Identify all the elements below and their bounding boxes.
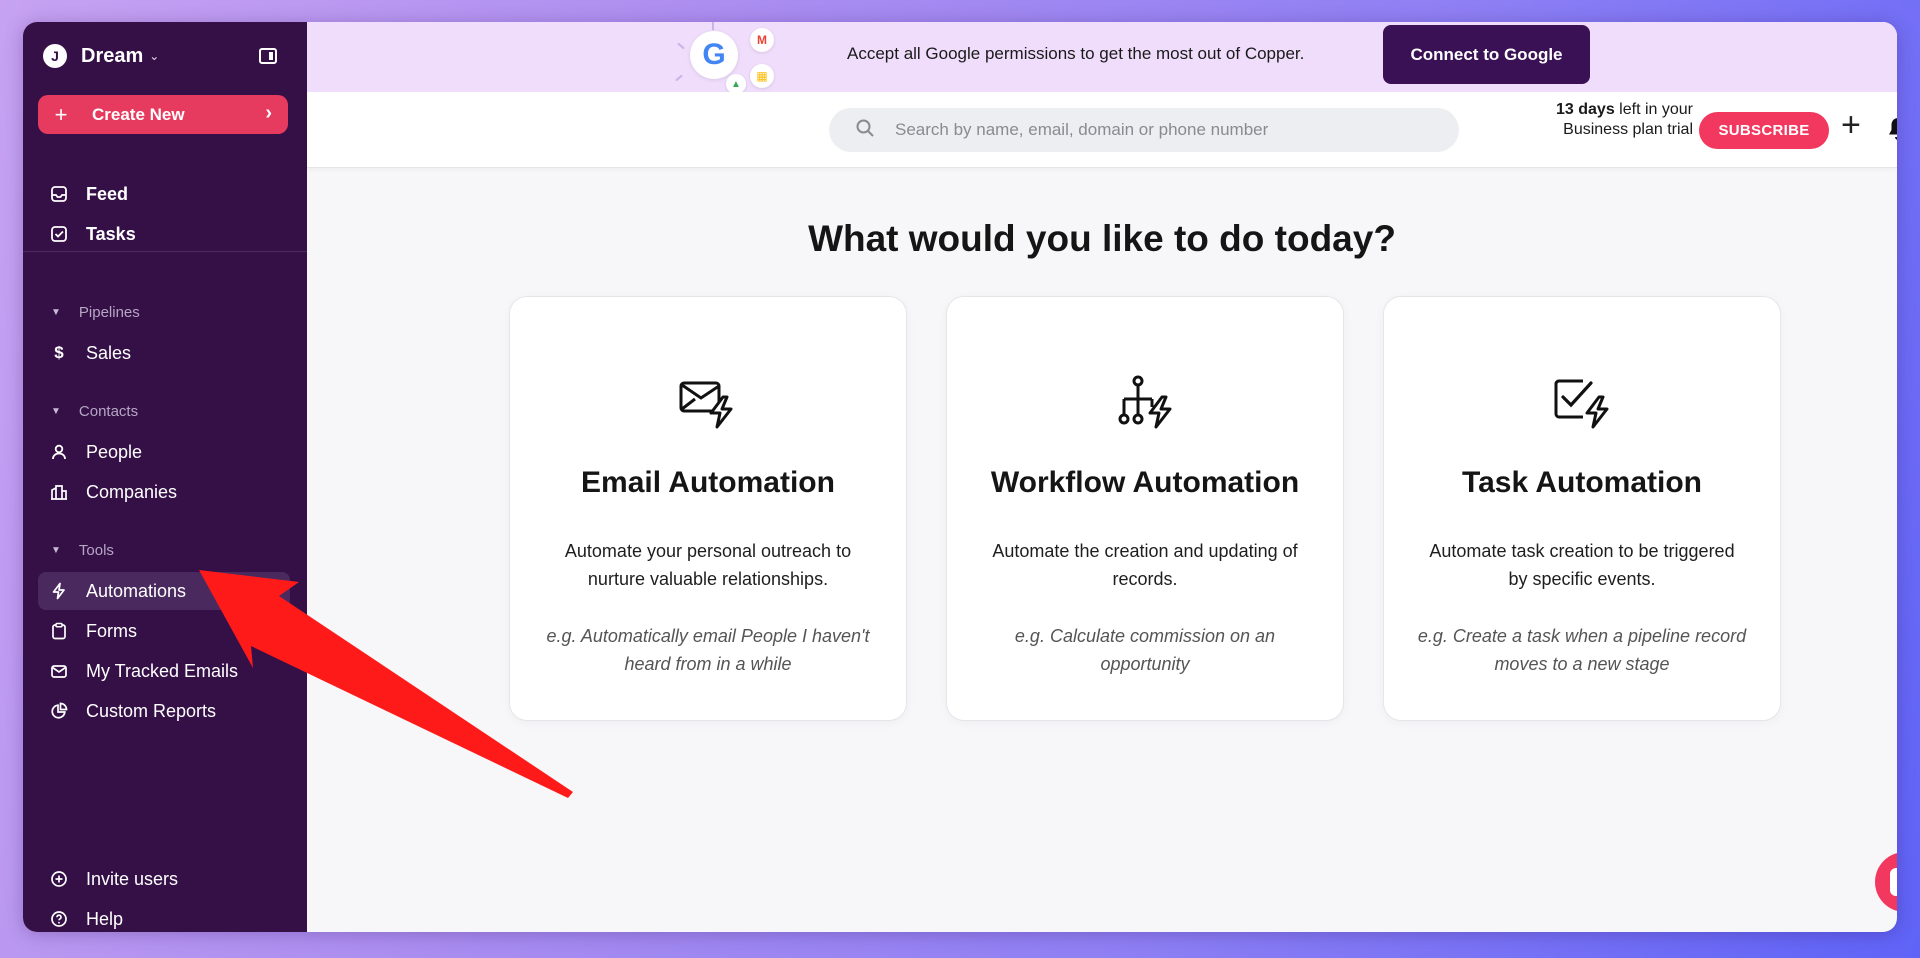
sidebar-item-label: Custom Reports [86,700,217,721]
card-title: Task Automation [1461,466,1702,499]
email-automation-card[interactable]: Email Automation Automate your personal … [509,296,907,721]
search-icon [855,118,875,143]
sidebar-item-sales[interactable]: $ Sales [38,334,290,372]
banner-message: Accept all Google permissions to get the… [847,44,1305,63]
plus-icon: + [54,101,68,127]
app-window: J Dream ⌄ + Create New › Feed Tasks ▼ Pi… [23,22,1897,932]
question-icon: ? [1890,868,1897,896]
gmail-icon: M [750,28,774,52]
section-contacts[interactable]: ▼ Contacts [51,403,138,420]
workflow-automation-card[interactable]: Workflow Automation Automate the creatio… [946,296,1344,721]
card-title: Email Automation [581,466,835,499]
sidebar-item-help[interactable]: Help [38,900,290,932]
create-new-label: Create New [92,104,185,124]
sparkle-decoration [712,22,714,30]
question-circle-icon [48,908,70,930]
sidebar-item-tasks[interactable]: Tasks [38,215,290,253]
add-icon[interactable]: + [1841,106,1861,145]
trial-status: 13 days left in your Business plan trial [1553,100,1693,140]
sidebar-item-label: Feed [86,183,129,204]
card-description: Automate the creation and updating of re… [992,541,1298,589]
search-input[interactable] [895,120,1435,140]
sidebar-item-forms[interactable]: Forms [38,612,290,650]
dollar-icon: $ [54,343,64,362]
card-description: Automate your personal outreach to nurtu… [564,541,852,589]
help-chat-button[interactable]: ? [1875,852,1897,912]
plus-circle-icon [48,868,70,890]
workspace-name: Dream [81,44,144,67]
sidebar-item-feed[interactable]: Feed [38,175,290,213]
card-example: e.g. Calculate commission on an opportun… [1014,626,1276,674]
sparkle-decoration [675,74,683,82]
lightning-icon [48,580,70,602]
section-label: Pipelines [78,304,140,321]
sidebar-item-label: Help [86,908,124,929]
email-lightning-icon [679,375,739,431]
sidebar-item-label: Automations [86,580,187,601]
sidebar-item-automations[interactable]: Automations [38,572,290,610]
workspace-avatar: J [43,44,67,68]
sidebar: J Dream ⌄ + Create New › Feed Tasks ▼ Pi… [23,22,307,932]
drive-icon: ▲ [726,74,746,94]
sidebar-item-tracked-emails[interactable]: My Tracked Emails [38,652,290,690]
sidebar-item-label: Forms [86,620,137,641]
collapse-sidebar-icon[interactable] [259,48,277,64]
search-bar[interactable] [829,108,1459,152]
top-bar: 13 days left in your Business plan trial… [307,92,1897,168]
page-title: What would you like to do today? [808,218,1396,259]
chevron-down-icon: ⌄ [149,49,160,63]
caret-down-icon: ▼ [51,406,61,417]
sidebar-item-label: Tasks [86,223,136,244]
google-logos: G M ▦ ▲ [672,22,792,94]
card-title: Workflow Automation [990,466,1300,499]
create-new-button[interactable]: + Create New › [38,95,288,134]
calendar-icon: ▦ [750,64,774,88]
main-content: G M ▦ ▲ Accept all Google permissions to… [307,22,1897,932]
section-pipelines[interactable]: ▼ Pipelines [51,304,140,321]
sidebar-item-companies[interactable]: Companies [38,473,290,511]
clipboard-icon [48,620,70,642]
sidebar-item-invite-users[interactable]: Invite users [38,860,290,898]
sidebar-item-label: People [86,441,143,462]
workspace-switcher[interactable]: J Dream ⌄ [43,41,159,71]
trial-days: 13 days [1556,101,1615,118]
section-tools[interactable]: ▼ Tools [51,542,114,559]
sidebar-item-label: My Tracked Emails [86,660,239,681]
caret-down-icon: ▼ [51,307,61,318]
task-automation-card[interactable]: Task Automation Automate task creation t… [1383,296,1781,721]
caret-down-icon: ▼ [51,545,61,556]
sidebar-item-label: Companies [86,481,178,502]
sidebar-item-people[interactable]: People [38,433,290,471]
subscribe-button[interactable]: SUBSCRIBE [1699,112,1829,149]
sidebar-item-custom-reports[interactable]: Custom Reports [38,692,290,730]
google-icon: G [690,31,738,79]
sparkle-decoration [677,42,685,50]
sidebar-item-label: Sales [86,342,132,363]
task-lightning-icon [1553,375,1613,431]
inbox-icon [48,183,70,205]
section-label: Contacts [78,403,139,420]
person-icon [48,441,70,463]
sidebar-divider [23,251,307,252]
bell-icon[interactable] [1887,116,1897,142]
workflow-lightning-icon [1116,375,1176,431]
connect-to-google-button[interactable]: Connect to Google [1383,25,1590,84]
card-description: Automate task creation to be triggered b… [1429,541,1735,589]
building-icon [48,481,70,503]
checkbox-icon [48,223,70,245]
section-label: Tools [78,542,114,559]
card-example: e.g. Automatically email People I haven'… [546,626,870,674]
sidebar-item-label: Invite users [86,868,179,889]
pie-chart-icon [48,700,70,722]
google-permissions-banner: G M ▦ ▲ Accept all Google permissions to… [307,22,1897,94]
card-example: e.g. Create a task when a pipeline recor… [1417,626,1747,674]
chevron-right-icon: › [265,102,272,124]
envelope-icon [48,660,70,682]
